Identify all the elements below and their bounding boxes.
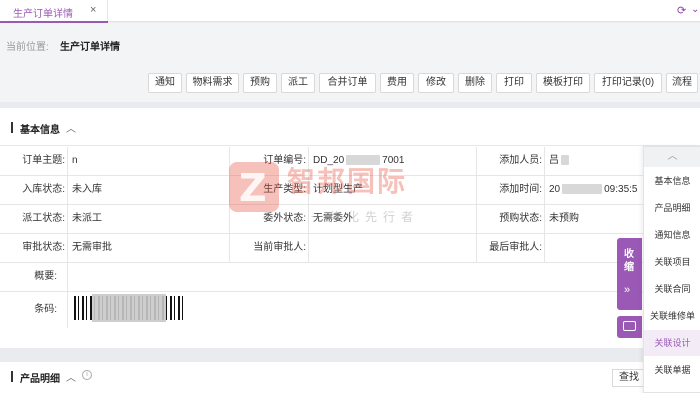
field-value-tail: 7001 [382, 155, 405, 166]
field-value: 未预购 [549, 213, 579, 224]
order-number-value: DD_20 7001 [309, 147, 477, 175]
tab-label: 生产订单详情 [13, 9, 73, 20]
pre-purchase-button[interactable]: 预购 [243, 73, 277, 93]
product-detail-panel: 产品明细 ︿ i 查找 [0, 362, 700, 393]
info-icon[interactable]: i [82, 370, 92, 380]
action-toolbar: 通知 物料需求 预购 派工 合并订单 费用 修改 删除 打印 模板打印 打印记录… [0, 65, 700, 102]
chevron-up-icon[interactable]: ︿ [644, 147, 700, 167]
info-row: 订单主题: n 订单编号: DD_20 7001 添加人员: 吕 [0, 147, 700, 176]
field-value: 未入库 [68, 176, 230, 204]
sidenav-item-related-repair[interactable]: 关联维修单 [644, 303, 700, 329]
field-label: 入库状态: [0, 176, 68, 204]
sidenav-item-product-detail[interactable]: 产品明细 [644, 195, 700, 221]
barcode-label: 条码: [0, 292, 68, 328]
delete-button[interactable]: 删除 [458, 73, 492, 93]
basic-info-panel: 基本信息 ︿ 订单主题: n 订单编号: DD_20 7001 添加人员: 吕 入… [0, 108, 700, 348]
field-label: 审批状态: [0, 234, 68, 262]
sidenav-item-related-design[interactable]: 关联设计 [644, 330, 700, 356]
field-value: 吕 [549, 155, 559, 166]
info-row: 派工状态: 未派工 委外状态: 无需委外 预购状态: 未预购 [0, 205, 700, 234]
tab-bar: 生产订单详情 × ⟳ ⌄ [0, 0, 700, 23]
section-marker [11, 122, 13, 133]
edit-button[interactable]: 修改 [418, 73, 454, 93]
print-history-button[interactable]: 打印记录(0) [594, 73, 662, 93]
field-value-tail: 09:35:5 [604, 184, 638, 195]
field-label: 订单主题: [0, 147, 68, 175]
field-label: 当前审批人: [230, 234, 309, 262]
material-demand-button[interactable]: 物料需求 [186, 73, 239, 93]
tab-production-order-detail[interactable]: 生产订单详情 × [0, 0, 108, 23]
field-label: 派工状态: [0, 205, 68, 233]
field-value [309, 234, 477, 262]
chevron-up-icon[interactable]: ︿ [66, 120, 76, 135]
field-value: DD_20 [313, 155, 345, 166]
breadcrumb-label: 当前位置: [6, 42, 49, 53]
barcode-row: 条码: [0, 292, 700, 328]
redacted-block [92, 294, 166, 322]
dispatch-button[interactable]: 派工 [281, 73, 315, 93]
sidenav-item-related-docs[interactable]: 关联单据 [644, 357, 700, 383]
summary-value [68, 263, 643, 291]
chevron-up-icon[interactable]: ︿ [66, 369, 76, 384]
breadcrumb: 当前位置: 生产订单详情 [0, 23, 700, 65]
field-value: 20 [549, 184, 561, 195]
search-button[interactable]: 查找 [612, 369, 646, 387]
summary-label: 概要: [0, 263, 68, 291]
field-value: 未派工 [68, 205, 230, 233]
sidenav-item-notify-info[interactable]: 通知信息 [644, 222, 700, 248]
anchor-sidenav: ︿ 基本信息 产品明细 通知信息 关联项目 关联合同 关联维修单 关联设计 关联… [643, 146, 700, 393]
close-icon[interactable]: × [90, 4, 96, 16]
chat-button[interactable] [617, 316, 642, 338]
info-row: 入库状态: 未入库 生产类型: 计划型生产 添加时间: 20 09:35:5 [0, 176, 700, 205]
collapse-nav-button[interactable]: 收缩 » [617, 238, 642, 310]
info-row: 审批状态: 无需审批 当前审批人: 最后审批人: [0, 234, 700, 263]
template-print-button[interactable]: 模板打印 [536, 73, 590, 93]
field-label: 添加时间: [477, 176, 545, 204]
section-marker [11, 371, 13, 382]
field-label: 添加人员: [477, 147, 545, 175]
sidenav-item-basic-info[interactable]: 基本信息 [644, 168, 700, 194]
print-button[interactable]: 打印 [496, 73, 532, 93]
field-value: n [68, 147, 230, 175]
redacted-block [562, 184, 603, 195]
sidenav-item-related-contract[interactable]: 关联合同 [644, 276, 700, 302]
refresh-icon[interactable]: ⟳ [677, 4, 686, 17]
chevron-down-icon[interactable]: ⌄ [691, 4, 699, 15]
redacted-block [346, 155, 381, 166]
creator-value: 吕 [545, 147, 643, 175]
field-value: 计划型生产 [309, 176, 477, 204]
field-value: 无需委外 [309, 205, 477, 233]
workflow-button[interactable]: 流程 [666, 73, 698, 93]
sidenav-item-related-project[interactable]: 关联项目 [644, 249, 700, 275]
field-value: 无需审批 [68, 234, 230, 262]
redacted-block [561, 155, 569, 166]
expense-button[interactable]: 费用 [380, 73, 414, 93]
summary-row: 概要: [0, 263, 700, 292]
notify-button[interactable]: 通知 [148, 73, 182, 93]
collapse-label: 收缩 [624, 249, 634, 273]
basic-info-header[interactable]: 基本信息 ︿ [0, 108, 700, 146]
field-label: 委外状态: [230, 205, 309, 233]
field-label: 订单编号: [230, 147, 309, 175]
merge-order-button[interactable]: 合并订单 [319, 73, 376, 93]
chat-icon [623, 321, 636, 331]
section-title: 基本信息 [20, 125, 60, 136]
field-label: 预购状态: [477, 205, 545, 233]
field-label: 最后审批人: [477, 234, 545, 262]
add-time-value: 20 09:35:5 [545, 176, 643, 204]
section-gap [0, 348, 700, 362]
section-title: 产品明细 [20, 374, 60, 385]
page-title: 生产订单详情 [60, 42, 120, 53]
field-label: 生产类型: [230, 176, 309, 204]
double-chevron-right-icon: » [624, 284, 631, 296]
